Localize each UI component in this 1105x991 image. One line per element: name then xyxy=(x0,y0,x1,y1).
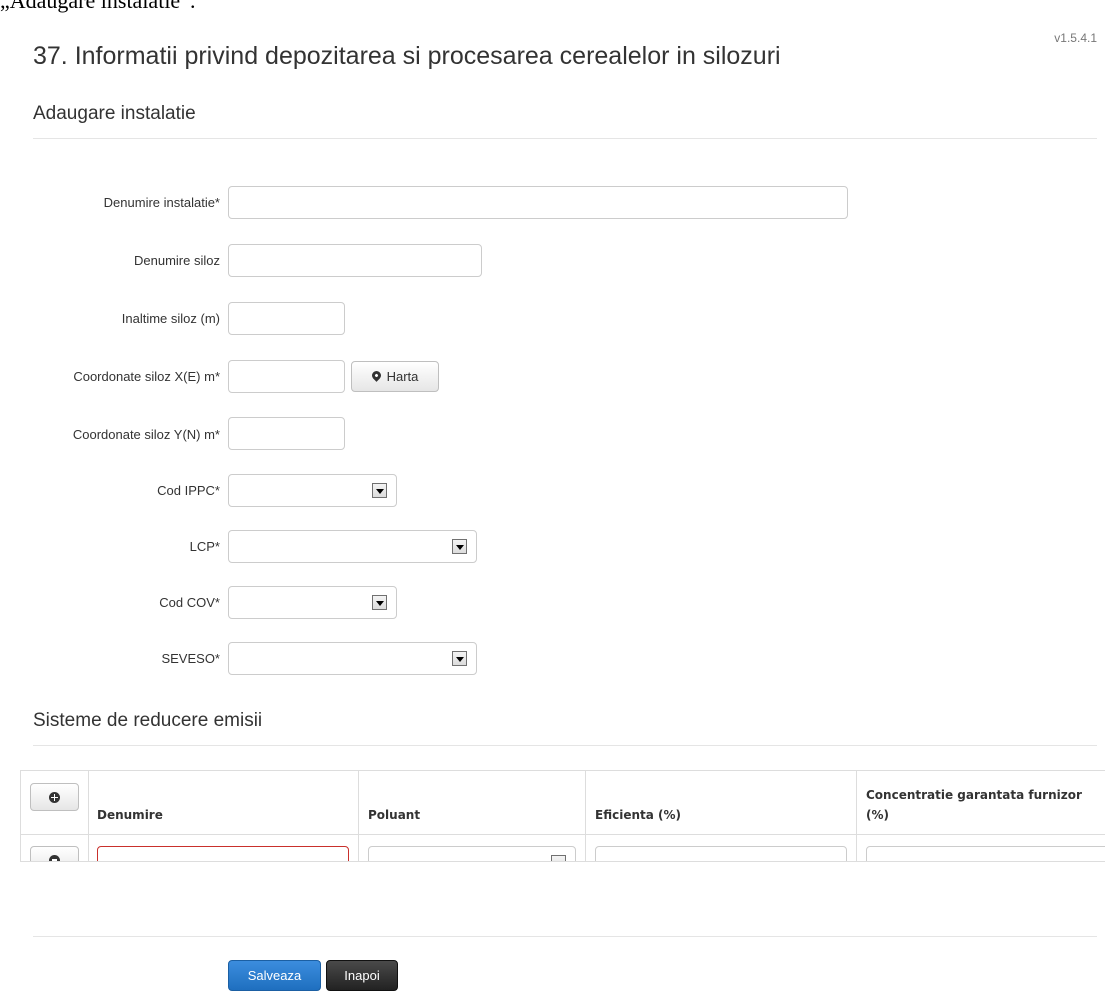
label-denumire-instalatie: Denumire instalatie* xyxy=(103,195,220,210)
divider xyxy=(33,936,1097,937)
back-button[interactable]: Inapoi xyxy=(326,960,398,991)
column-divider xyxy=(88,771,89,861)
coordonate-y-input[interactable] xyxy=(228,417,345,450)
page-title: 37. Informatii privind depozitarea si pr… xyxy=(33,42,781,70)
divider xyxy=(33,745,1097,746)
row-divider xyxy=(21,834,1105,835)
label-denumire-siloz: Denumire siloz xyxy=(134,253,220,268)
label-inaltime-siloz: Inaltime siloz (m) xyxy=(121,311,220,326)
minus-circle-icon xyxy=(49,854,60,861)
cropped-top-text: „Adaugare instalatie”. xyxy=(0,0,196,13)
column-divider xyxy=(856,771,857,861)
column-divider xyxy=(585,771,586,861)
denumire-siloz-input[interactable] xyxy=(228,244,482,277)
dropdown-arrow-icon xyxy=(551,855,566,861)
column-header-eficienta: Eficienta (%) xyxy=(595,808,682,822)
row-poluant-select[interactable] xyxy=(368,846,576,861)
label-coordonate-x: Coordonate siloz X(E) m* xyxy=(73,369,220,384)
column-header-concentratie-line2: (%) xyxy=(866,808,889,822)
column-header-concentratie: Concentratie garantata furnizor (%) xyxy=(866,785,1082,825)
cod-ippc-select[interactable] xyxy=(228,474,397,507)
lcp-select[interactable] xyxy=(228,530,477,563)
save-button[interactable]: Salveaza xyxy=(228,960,321,991)
column-header-denumire: Denumire xyxy=(97,808,163,822)
row-concentratie-input[interactable] xyxy=(866,846,1105,861)
denumire-instalatie-input[interactable] xyxy=(228,186,848,219)
divider xyxy=(33,138,1097,139)
label-cod-ippc: Cod IPPC* xyxy=(157,483,220,498)
section-title-install: Adaugare instalatie xyxy=(33,103,196,124)
dropdown-arrow-icon xyxy=(452,539,467,554)
add-row-button[interactable] xyxy=(30,783,79,811)
label-cod-cov: Cod COV* xyxy=(159,595,220,610)
section-title-emisii: Sisteme de reducere emisii xyxy=(33,710,263,731)
label-coordonate-y: Coordonate siloz Y(N) m* xyxy=(72,427,220,442)
row-eficienta-input[interactable] xyxy=(595,846,847,861)
column-divider xyxy=(358,771,359,861)
emisii-table: Denumire Poluant Eficienta (%) Concentra… xyxy=(20,770,1105,862)
column-header-poluant: Poluant xyxy=(368,808,421,822)
row-denumire-input[interactable] xyxy=(97,846,349,861)
version-label: v1.5.4.1 xyxy=(1054,31,1097,45)
harta-button[interactable]: Harta xyxy=(351,361,439,392)
plus-circle-icon xyxy=(49,791,60,803)
harta-button-label: Harta xyxy=(386,369,419,384)
remove-row-button[interactable] xyxy=(30,846,79,861)
label-seveso: SEVESO* xyxy=(161,651,220,666)
map-marker-icon xyxy=(369,369,383,382)
dropdown-arrow-icon xyxy=(452,651,467,666)
inaltime-siloz-input[interactable] xyxy=(228,302,345,335)
column-header-concentratie-line1: Concentratie garantata furnizor xyxy=(866,788,1082,802)
cod-cov-select[interactable] xyxy=(228,586,397,619)
seveso-select[interactable] xyxy=(228,642,477,675)
label-lcp: LCP* xyxy=(189,539,220,554)
dropdown-arrow-icon xyxy=(372,595,387,610)
dropdown-arrow-icon xyxy=(372,483,387,498)
coordonate-x-input[interactable] xyxy=(228,360,345,393)
